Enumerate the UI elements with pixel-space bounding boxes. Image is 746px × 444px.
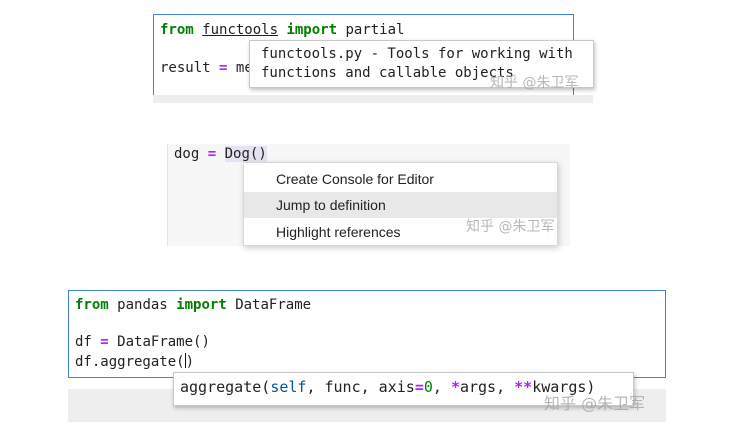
signature-text: aggregate(self, func, axis=0, *args, **k… [180, 378, 595, 396]
variable-result: result [160, 60, 211, 76]
call-dataframe: DataFrame() [117, 334, 210, 350]
closing-paren: ) [185, 354, 195, 370]
code-line-df: df = DataFrame() [75, 334, 210, 350]
tooltip-line-1: functools.py - Tools for working with [261, 46, 573, 62]
sig-self: self [270, 378, 307, 396]
keyword-from: from [160, 22, 194, 38]
sig-default-zero: 0 [423, 378, 433, 396]
operator-equals: = [100, 334, 109, 350]
imported-name: partial [345, 22, 405, 38]
call-dog-constructor[interactable]: Dog() [224, 146, 267, 162]
variable-df: df [75, 334, 92, 350]
code-line-import-functools: from functools import partial [160, 22, 404, 38]
operator-equals: = [207, 146, 217, 162]
sig-comma: , [432, 378, 451, 396]
sig-args: args, [459, 378, 515, 396]
watermark: 知乎 @朱卫军 [490, 75, 579, 91]
watermark: 知乎 @朱卫军 [544, 394, 646, 413]
call-aggregate: df.aggregate( [75, 354, 185, 370]
sig-star: * [450, 378, 460, 396]
keyword-import: import [286, 22, 338, 38]
tooltip-line-2: functions and callable objects [261, 65, 514, 81]
operator-equals: = [219, 60, 228, 76]
menu-item-create-console[interactable]: Create Console for Editor [244, 166, 557, 192]
sig-equals: = [414, 378, 424, 396]
module-name-functools[interactable]: functools [202, 22, 278, 38]
sig-double-star: ** [514, 378, 533, 396]
sig-params: , func, axis [306, 378, 415, 396]
code-line-result: result = me [160, 60, 253, 76]
imported-name: DataFrame [235, 297, 312, 313]
code-line-aggregate: df.aggregate() [75, 353, 194, 370]
cell-footer-bar [153, 95, 593, 103]
variable-dog: dog [174, 146, 200, 162]
module-name-pandas: pandas [117, 297, 168, 313]
watermark: 知乎 @朱卫军 [466, 219, 555, 235]
code-line-import-pandas: from pandas import DataFrame [75, 297, 311, 313]
keyword-from: from [75, 297, 109, 313]
code-line-dog: dog = Dog() [174, 146, 267, 162]
keyword-import: import [176, 297, 227, 313]
sig-function: aggregate( [180, 378, 271, 396]
menu-item-jump-to-definition[interactable]: Jump to definition [244, 192, 557, 218]
